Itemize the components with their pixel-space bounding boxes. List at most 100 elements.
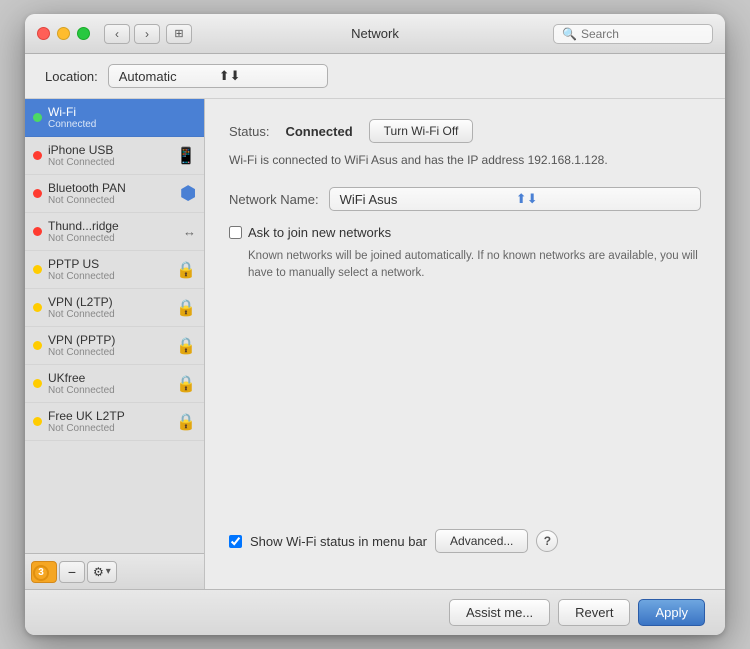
network-status-pptp-us: Not Connected [48,271,170,282]
minimize-button[interactable] [57,27,70,40]
maximize-button[interactable] [77,27,90,40]
network-item-iphone-usb[interactable]: iPhone USB Not Connected 📱 [25,137,204,175]
network-name-row: Network Name: WiFi Asus ⬆⬇ [229,187,701,211]
status-value: Connected [285,124,352,139]
chevron-down-icon: ▾ [106,566,111,577]
gear-icon: ⚙ [93,565,104,579]
network-item-wifi[interactable]: Wi-Fi Connected [25,99,204,137]
join-networks-checkbox[interactable] [229,226,242,239]
network-info-iphone-usb: iPhone USB Not Connected [48,143,170,168]
titlebar: ‹ › ⊞ Network 🔍 [25,14,725,54]
network-name-thunderridge: Thund...ridge [48,219,177,233]
location-select[interactable]: Automatic ⬆⬇ [108,64,328,88]
status-dot-yellow-vp [33,341,42,350]
network-name-label: Network Name: [229,192,319,207]
traffic-lights [37,27,90,40]
minus-icon: − [68,564,76,580]
show-wifi-label[interactable]: Show Wi-Fi status in menu bar [250,534,427,549]
status-dot-yellow-l2 [33,303,42,312]
lock-icon-l2tp: 🔒 [176,298,196,318]
add-button-wrap: + 3 [31,561,57,583]
status-dot-yellow-pp [33,265,42,274]
network-window: ‹ › ⊞ Network 🔍 Location: Automatic ⬆⬇ [25,14,725,635]
lock-icon-pptp2: 🔒 [176,336,196,356]
network-status-ukfree: Not Connected [48,385,170,396]
detail-panel: Status: Connected Turn Wi-Fi Off Wi-Fi i… [205,99,725,589]
lock-icon-fukl2tp: 🔒 [176,412,196,432]
grid-icon: ⊞ [174,27,183,40]
help-button[interactable]: ? [536,530,558,552]
network-status-vpn-pptp: Not Connected [48,347,170,358]
status-dot-red-tr [33,227,42,236]
network-status-wifi: Connected [48,119,190,130]
network-name-select-value: WiFi Asus [340,192,516,207]
connection-info: Wi-Fi is connected to WiFi Asus and has … [229,151,701,169]
network-item-thunderridge[interactable]: Thund...ridge Not Connected ↔ [25,213,204,251]
forward-button[interactable]: › [134,24,160,44]
arrows-icon: ↔ [183,224,196,239]
location-label: Location: [45,69,98,84]
remove-network-button[interactable]: − [59,561,85,583]
network-status-bluetooth-pan: Not Connected [48,195,174,206]
network-info-thunderridge: Thund...ridge Not Connected [48,219,177,244]
show-wifi-row: Show Wi-Fi status in menu bar Advanced..… [229,529,701,553]
phone-icon: 📱 [176,146,196,166]
badge-3: 3 [33,565,49,581]
grid-button[interactable]: ⊞ [166,24,192,44]
bluetooth-icon: ⬢ [180,183,196,204]
network-name-free-uk-l2tp: Free UK L2TP [48,409,170,423]
network-item-vpn-l2tp[interactable]: VPN (L2TP) Not Connected 🔒 [25,289,204,327]
show-wifi-checkbox[interactable] [229,535,242,548]
network-item-free-uk-l2tp[interactable]: Free UK L2TP Not Connected 🔒 [25,403,204,441]
network-info-free-uk-l2tp: Free UK L2TP Not Connected [48,409,170,434]
sidebar-toolbar: + 3 − ⚙ ▾ [25,553,204,589]
assist-me-button[interactable]: Assist me... [449,599,550,626]
network-name-pptp-us: PPTP US [48,257,170,271]
back-button[interactable]: ‹ [104,24,130,44]
sidebar: Wi-Fi Connected [25,99,205,589]
status-label: Status: [229,124,269,139]
nav-buttons: ‹ › [104,24,160,44]
network-status-iphone-usb: Not Connected [48,157,170,168]
location-bar: Location: Automatic ⬆⬇ [25,54,725,99]
network-name-vpn-l2tp: VPN (L2TP) [48,295,170,309]
apply-button[interactable]: Apply [638,599,705,626]
turn-wifi-off-button[interactable]: Turn Wi-Fi Off [369,119,474,143]
network-info-vpn-pptp: VPN (PPTP) Not Connected [48,333,170,358]
lock-icon-pptp: 🔒 [176,260,196,280]
network-info-pptp-us: PPTP US Not Connected [48,257,170,282]
chevron-updown-icon-net: ⬆⬇ [516,191,692,207]
advanced-button[interactable]: Advanced... [435,529,528,553]
location-value: Automatic [119,69,219,84]
chevron-updown-icon: ⬆⬇ [219,68,319,84]
network-item-bluetooth-pan[interactable]: Bluetooth PAN Not Connected ⬢ [25,175,204,213]
join-checkbox-row: Ask to join new networks [229,225,701,240]
network-item-vpn-pptp[interactable]: VPN (PPTP) Not Connected 🔒 [25,327,204,365]
main-content: Wi-Fi Connected [25,99,725,589]
search-box[interactable]: 🔍 [553,24,713,44]
forward-icon: › [145,27,149,41]
status-dot-red-bt [33,189,42,198]
status-row: Status: Connected Turn Wi-Fi Off [229,119,701,143]
network-info-bluetooth-pan: Bluetooth PAN Not Connected [48,181,174,206]
network-item-ukfree[interactable]: UKfree Not Connected 🔒 [25,365,204,403]
gear-button[interactable]: ⚙ ▾ [87,561,117,583]
revert-button[interactable]: Revert [558,599,630,626]
network-name-vpn-pptp: VPN (PPTP) [48,333,170,347]
back-icon: ‹ [115,27,119,41]
close-button[interactable] [37,27,50,40]
network-name-iphone-usb: iPhone USB [48,143,170,157]
network-status-vpn-l2tp: Not Connected [48,309,170,320]
detail-spacer [229,283,701,530]
network-info-wifi: Wi-Fi Connected [48,105,190,130]
status-dot-red [33,151,42,160]
join-networks-description: Known networks will be joined automatica… [248,248,701,283]
search-icon: 🔍 [562,27,577,41]
network-status-free-uk-l2tp: Not Connected [48,423,170,434]
status-dot-green [33,113,42,122]
network-item-pptp-us[interactable]: PPTP US Not Connected 🔒 [25,251,204,289]
bottom-bar: Assist me... Revert Apply [25,589,725,635]
network-name-select[interactable]: WiFi Asus ⬆⬇ [329,187,701,211]
search-input[interactable] [581,27,704,41]
join-networks-label[interactable]: Ask to join new networks [248,225,391,240]
